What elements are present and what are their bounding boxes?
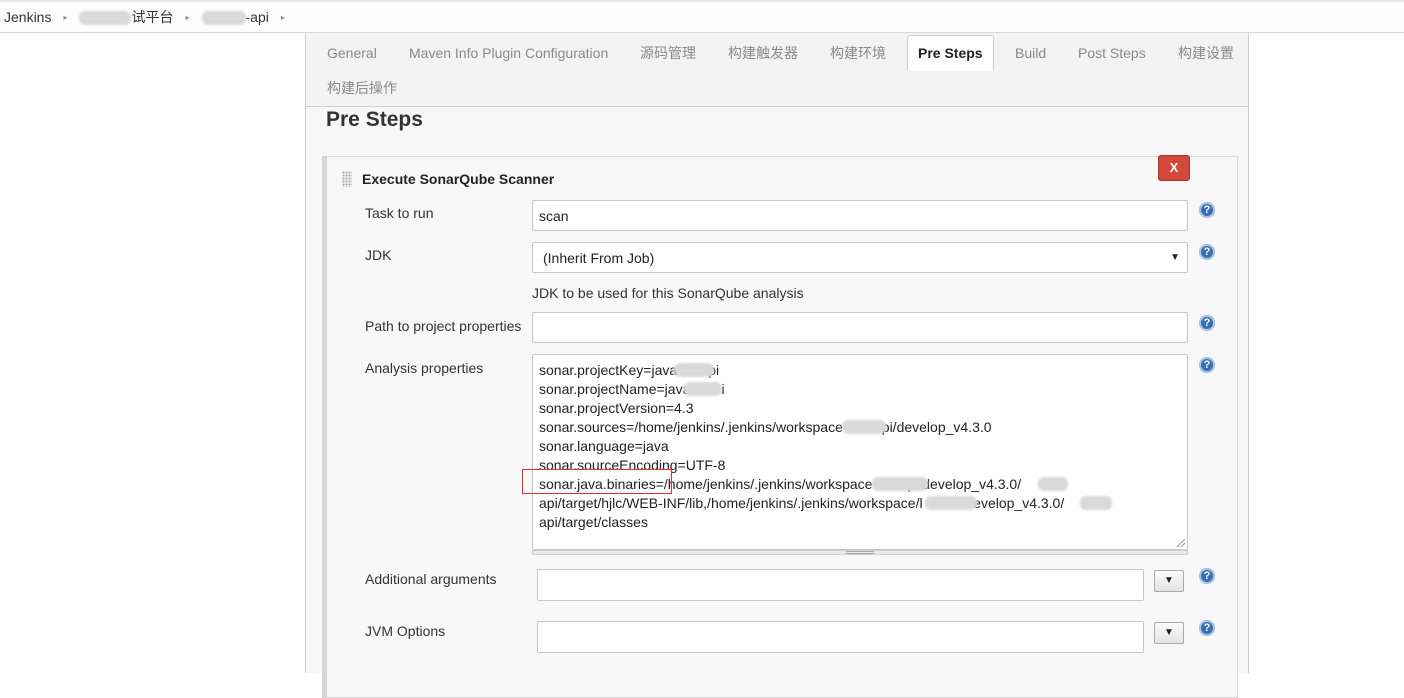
breadcrumb-project-group-label: 试平台 [131,9,174,25]
chevron-down-icon: ▼ [1170,252,1180,263]
jdk-select[interactable]: (Inherit From Job) ▼ [532,242,1188,273]
tab-post-steps[interactable]: Post Steps [1078,44,1146,62]
redacted-text [1038,477,1068,491]
help-icon[interactable]: ? [1199,315,1215,331]
resize-grip-icon [846,551,874,554]
tab-post-build-actions[interactable]: 构建后操作 [327,79,397,97]
analysis-line: sonar.projectKey=java pi [539,362,720,378]
config-panel: General Maven Info Plugin Configuration … [305,33,1249,698]
redacted-text [842,420,886,434]
path-input[interactable] [532,312,1188,343]
config-tabbar: General Maven Info Plugin Configuration … [306,33,1248,107]
redacted-text [674,363,714,377]
analysis-line: sonar.projectName=java i [539,381,725,397]
jvm-options-label: JVM Options [365,623,446,639]
help-icon[interactable]: ? [1199,357,1215,373]
path-label: Path to project properties [365,318,522,334]
help-icon[interactable]: ? [1199,244,1215,260]
additional-args-label: Additional arguments [365,571,497,587]
redacted-text [201,11,246,26]
analysis-line: sonar.language=java [539,438,669,454]
expand-button[interactable]: ▼ [1154,622,1184,644]
breadcrumb-job-label: -api [245,8,269,25]
tab-general[interactable]: General [327,44,377,62]
redacted-text [79,11,132,26]
additional-args-input[interactable] [537,569,1144,601]
breadcrumb-job[interactable]: -api [201,8,269,26]
breadcrumb-separator-icon[interactable]: ▸ [63,13,67,22]
tab-source-management[interactable]: 源码管理 [640,44,696,62]
breadcrumb-jenkins[interactable]: Jenkins [4,9,51,25]
section-title: Pre Steps [326,108,423,131]
highlight-annotation [522,469,672,494]
jdk-select-value: (Inherit From Job) [543,250,655,266]
jdk-label: JDK [365,247,392,263]
jdk-hint: JDK to be used for this SonarQube analys… [532,285,804,301]
help-icon[interactable]: ? [1199,620,1215,636]
breadcrumb: Jenkins ▸ 试平台 ▸ -api ▸ [0,0,1404,33]
step-title: Execute SonarQube Scanner [362,171,555,187]
breadcrumb-separator-icon[interactable]: ▸ [281,13,285,22]
expand-button[interactable]: ▼ [1154,570,1184,592]
resize-grip-icon[interactable] [1177,539,1185,547]
task-input[interactable]: scan [532,200,1188,231]
sonarqube-step: Execute SonarQube Scanner X Task to run … [322,155,1238,698]
analysis-line: api/target/classes [539,514,648,530]
analysis-line: sonar.projectVersion=4.3 [539,400,694,416]
help-icon[interactable]: ? [1199,202,1215,218]
jvm-options-input[interactable] [537,621,1144,653]
redacted-text [925,496,977,510]
tab-pre-steps[interactable]: Pre Steps [907,35,994,71]
task-label: Task to run [365,205,434,221]
breadcrumb-separator-icon[interactable]: ▸ [185,13,189,22]
tab-maven-info[interactable]: Maven Info Plugin Configuration [409,44,608,62]
help-icon[interactable]: ? [1199,568,1215,584]
tab-build-settings[interactable]: 构建设置 [1178,44,1234,62]
tab-build[interactable]: Build [1015,44,1046,62]
analysis-label: Analysis properties [365,360,484,376]
redacted-text [1080,496,1112,510]
analysis-textarea[interactable]: sonar.projectKey=java pi sonar.projectNam… [532,354,1188,550]
tab-build-environment[interactable]: 构建环境 [830,44,886,62]
redacted-text [872,477,928,491]
tab-build-triggers[interactable]: 构建触发器 [728,44,798,62]
delete-step-button[interactable]: X [1158,155,1190,181]
redacted-text [684,382,722,396]
textarea-resize-bar[interactable] [532,550,1188,555]
breadcrumb-project-group[interactable]: 试平台 [79,7,173,27]
drag-handle-icon[interactable] [342,171,352,187]
